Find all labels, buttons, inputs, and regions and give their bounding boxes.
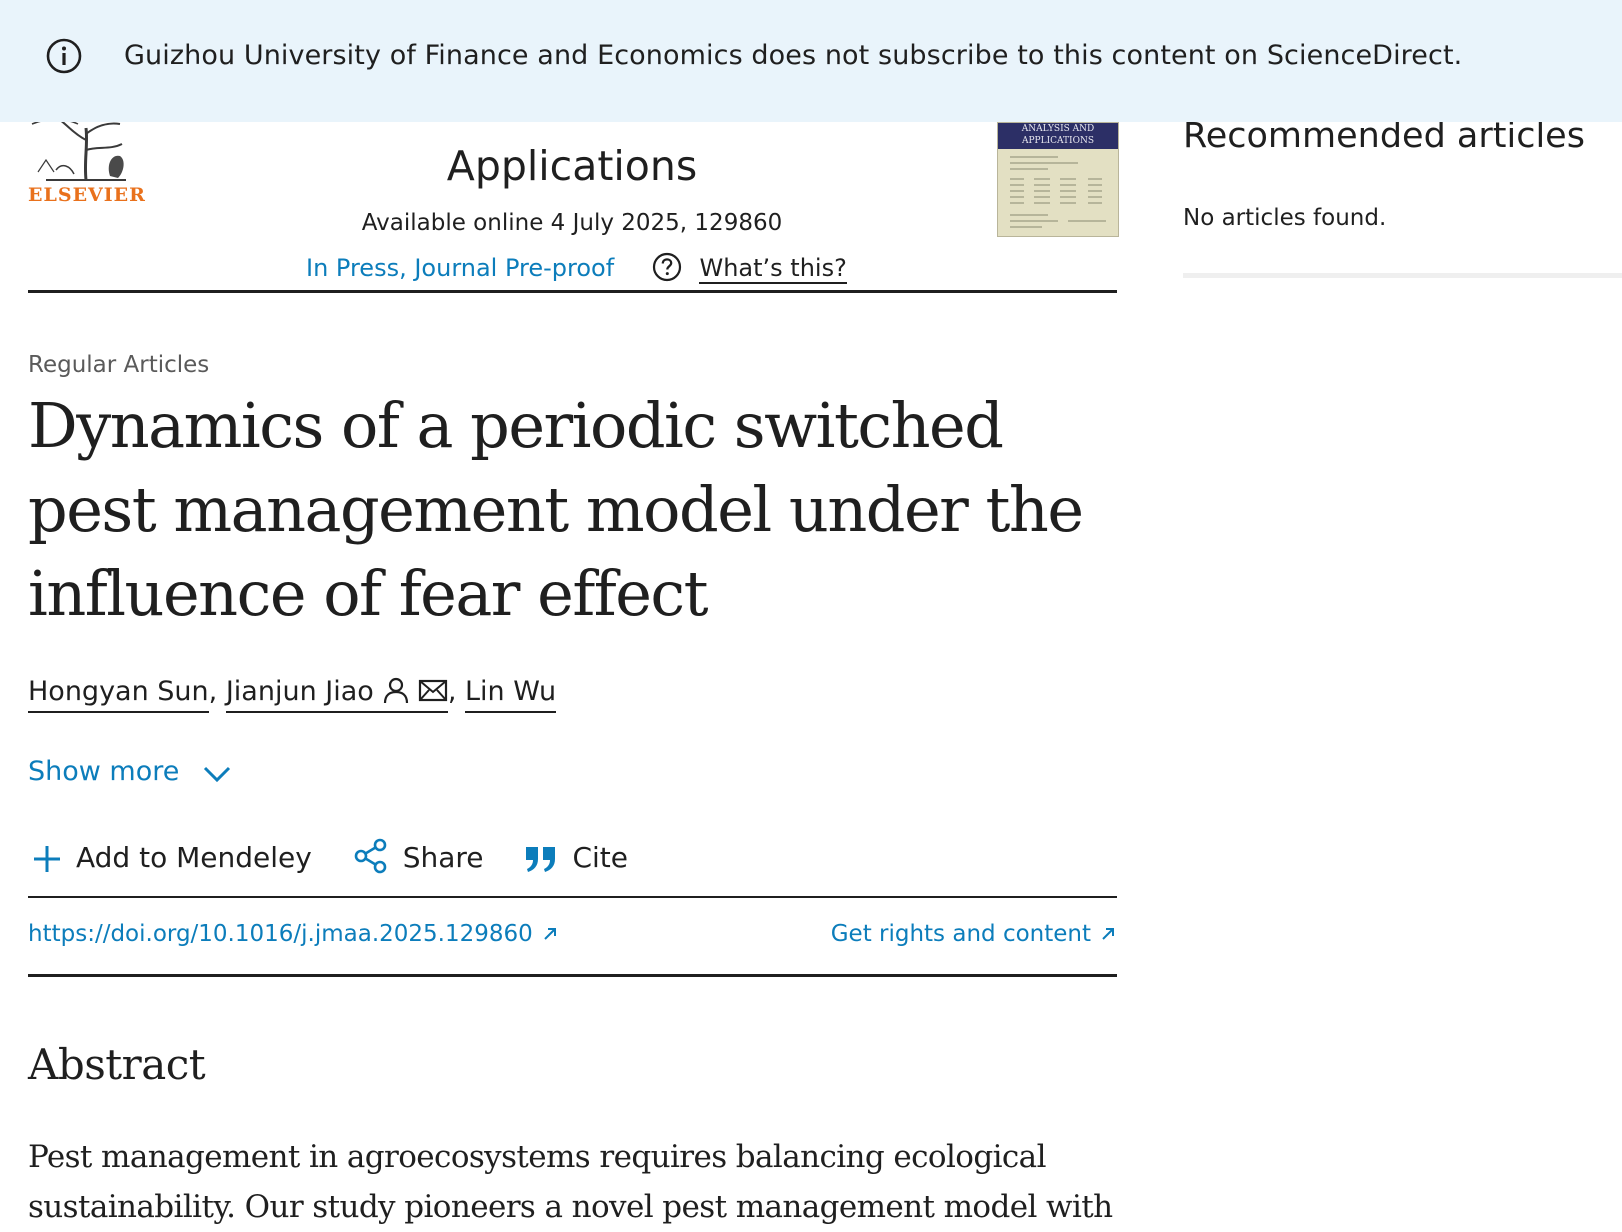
doi-link[interactable]: https://doi.org/10.1016/j.jmaa.2025.1298… bbox=[28, 921, 559, 947]
envelope-icon bbox=[418, 679, 447, 702]
external-link-icon bbox=[544, 928, 556, 940]
cite-label: Cite bbox=[572, 841, 628, 874]
journal-cover-image[interactable]: ANALYSIS AND APPLICATIONS bbox=[997, 122, 1119, 237]
abstract-heading: Abstract bbox=[28, 1040, 206, 1089]
show-more-button[interactable]: Show more bbox=[28, 756, 232, 787]
author-list: Hongyan Sun, Jianjun Jiao, Lin Wu bbox=[28, 676, 557, 713]
plus-icon bbox=[34, 846, 60, 872]
recommended-empty-message: No articles found. bbox=[1183, 205, 1387, 231]
access-banner: Guizhou University of Finance and Econom… bbox=[0, 0, 1622, 122]
question-circle-icon bbox=[652, 252, 681, 282]
add-to-mendeley-button[interactable]: Add to Mendeley bbox=[32, 841, 312, 874]
abstract-text: Pest management in agroecosystems requir… bbox=[28, 1139, 1113, 1225]
share-icon bbox=[354, 838, 387, 874]
whats-this-link[interactable]: What’s this? bbox=[699, 254, 847, 284]
doi-text: https://doi.org/10.1016/j.jmaa.2025.1298… bbox=[28, 921, 533, 947]
recommended-articles-heading: Recommended articles bbox=[1183, 116, 1585, 156]
cover-band: ANALYSIS AND APPLICATIONS bbox=[998, 123, 1118, 149]
author-separator: , bbox=[447, 676, 457, 707]
author-link[interactable]: Hongyan Sun bbox=[28, 676, 209, 713]
author-link-corresponding[interactable]: Jianjun Jiao bbox=[225, 676, 448, 713]
share-label: Share bbox=[402, 841, 484, 874]
external-link-icon bbox=[1102, 928, 1114, 940]
rights-text: Get rights and content bbox=[830, 921, 1091, 947]
author-name: Lin Wu bbox=[465, 676, 557, 707]
author-link[interactable]: Lin Wu bbox=[465, 676, 557, 713]
article-section-label: Regular Articles bbox=[28, 352, 210, 378]
author-separator: , bbox=[208, 676, 218, 707]
quote-icon bbox=[526, 847, 556, 872]
author-name: Hongyan Sun bbox=[28, 676, 209, 707]
banner-message: Guizhou University of Finance and Econom… bbox=[124, 40, 1463, 71]
info-icon bbox=[46, 38, 82, 74]
in-press-link[interactable]: In Press, Journal Pre-proof bbox=[306, 254, 614, 282]
article-actions: Add to Mendeley Share Cite bbox=[32, 838, 660, 874]
journal-title[interactable]: Applications bbox=[26, 142, 1118, 190]
actions-divider bbox=[28, 896, 1117, 898]
person-icon bbox=[383, 677, 408, 704]
author-name: Jianjun Jiao bbox=[225, 676, 374, 707]
header-divider bbox=[28, 290, 1117, 293]
article-title: Dynamics of a periodic switched pest man… bbox=[28, 389, 1084, 630]
show-more-label: Show more bbox=[28, 756, 180, 787]
publication-status: In Press, Journal Pre-proof What’s this? bbox=[306, 252, 847, 284]
get-rights-link[interactable]: Get rights and content bbox=[831, 921, 1117, 947]
share-button[interactable]: Share bbox=[353, 838, 484, 874]
mendeley-label: Add to Mendeley bbox=[76, 841, 312, 874]
doi-divider bbox=[28, 974, 1117, 977]
chevron-down-icon bbox=[203, 766, 231, 783]
available-online-date: Available online 4 July 2025, 129860 bbox=[361, 210, 783, 236]
cite-button[interactable]: Cite bbox=[524, 841, 628, 874]
cover-text-lines bbox=[1010, 156, 1106, 228]
recommended-divider bbox=[1183, 273, 1622, 278]
